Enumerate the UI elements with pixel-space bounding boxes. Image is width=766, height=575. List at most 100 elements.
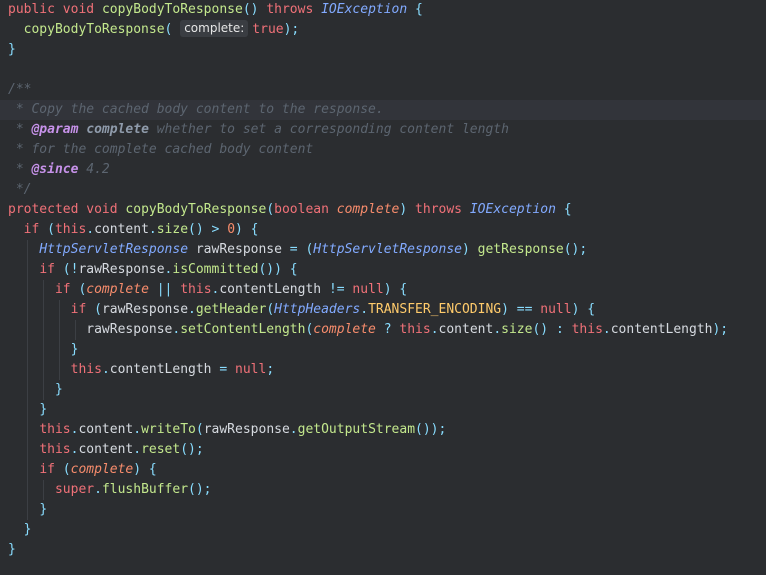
code-token: ; [266,362,275,377]
indent-guide [27,400,28,420]
code-token: . [493,322,502,337]
code-line[interactable]: * @since 4.2 [0,160,766,180]
code-token: ) [461,242,470,257]
code-token: if [70,302,87,317]
code-token: ( [266,202,275,217]
code-token: if [54,282,71,297]
code-line[interactable]: } [0,400,766,420]
code-line[interactable]: HttpServletResponse rawResponse = (HttpS… [0,240,766,260]
code-line[interactable]: this.content.reset(); [0,440,766,460]
code-token: complete [336,202,400,217]
code-token: ); [283,22,300,37]
code-line[interactable]: rawResponse.setContentLength(complete ? … [0,320,766,340]
code-line[interactable]: } [0,40,766,60]
code-token: . [360,302,369,317]
code-line[interactable]: if (!rawResponse.isCommitted()) { [0,260,766,280]
indent-guide [43,280,44,300]
code-area[interactable]: public void copyBodyToResponse() throws … [0,0,766,560]
indent-guide [27,380,28,400]
code-token: rawResponse [86,322,173,337]
indent-guide [27,260,28,280]
code-line[interactable]: if (rawResponse.getHeader(HttpHeaders.TR… [0,300,766,320]
code-token: ( [62,262,71,277]
code-line[interactable]: */ [0,180,766,200]
code-token: } [54,382,63,397]
code-token: . [602,322,611,337]
code-line[interactable]: * @param complete whether to set a corre… [0,120,766,140]
code-token: getOutputStream [297,422,416,437]
code-token: super [54,482,95,497]
indent-guide [27,280,28,300]
code-line[interactable]: if (this.content.size() > 0) { [0,220,766,240]
indent-guide [27,420,28,440]
code-line[interactable]: protected void copyBodyToResponse(boolea… [0,200,766,220]
code-line[interactable]: super.flushBuffer(); [0,480,766,500]
code-token: protected [8,202,79,217]
code-line[interactable]: this.contentLength = null; [0,360,766,380]
code-line[interactable]: if (complete || this.contentLength != nu… [0,280,766,300]
code-line[interactable]: } [0,520,766,540]
indent-guide [27,500,28,520]
code-token: ( [47,222,55,237]
code-line[interactable]: } [0,340,766,360]
indent-guide [27,340,28,360]
code-line[interactable]: * Copy the cached body content to the re… [0,100,766,120]
code-token: () [532,322,549,337]
code-line[interactable] [0,60,766,80]
code-token: flushBuffer [101,482,189,497]
code-token: */ [8,182,32,197]
indent-guide [27,320,28,340]
code-token: copyBodyToResponse [23,22,165,37]
code-token: getResponse [477,242,564,257]
indent-guide [27,440,28,460]
code-line[interactable]: } [0,500,766,520]
code-line[interactable]: this.content.writeTo(rawResponse.getOutp… [0,420,766,440]
code-token: content [78,442,134,457]
code-token: } [8,42,16,57]
code-token: ? [383,322,392,337]
code-line[interactable]: } [0,380,766,400]
code-token: : [555,322,564,337]
code-token: * for the complete cached body content [8,142,314,157]
code-token: (); [563,242,588,257]
code-token: complete [313,322,376,337]
code-token: * [8,162,32,177]
code-token: { [563,202,572,217]
code-line[interactable]: /** [0,80,766,100]
code-token: setContentLength [180,322,306,337]
code-line[interactable]: copyBodyToResponse( complete: true); [0,20,766,40]
code-token: complete [86,122,149,137]
code-line[interactable]: * for the complete cached body content [0,140,766,160]
code-line[interactable]: if (complete) { [0,460,766,480]
indent-guide [27,460,28,480]
code-token: ); [712,322,729,337]
code-token: void [86,202,118,217]
code-token: 0 [227,222,236,237]
code-line[interactable]: } [0,540,766,560]
code-token: this [39,442,71,457]
code-token: IOException [321,2,408,17]
code-token: || [156,282,173,297]
code-editor[interactable]: public void copyBodyToResponse() throws … [0,0,766,575]
code-token: ()) [258,262,282,277]
code-token: throws [415,202,463,217]
code-token: throws [266,2,314,17]
code-token: { [399,282,408,297]
code-line[interactable]: public void copyBodyToResponse() throws … [0,0,766,20]
